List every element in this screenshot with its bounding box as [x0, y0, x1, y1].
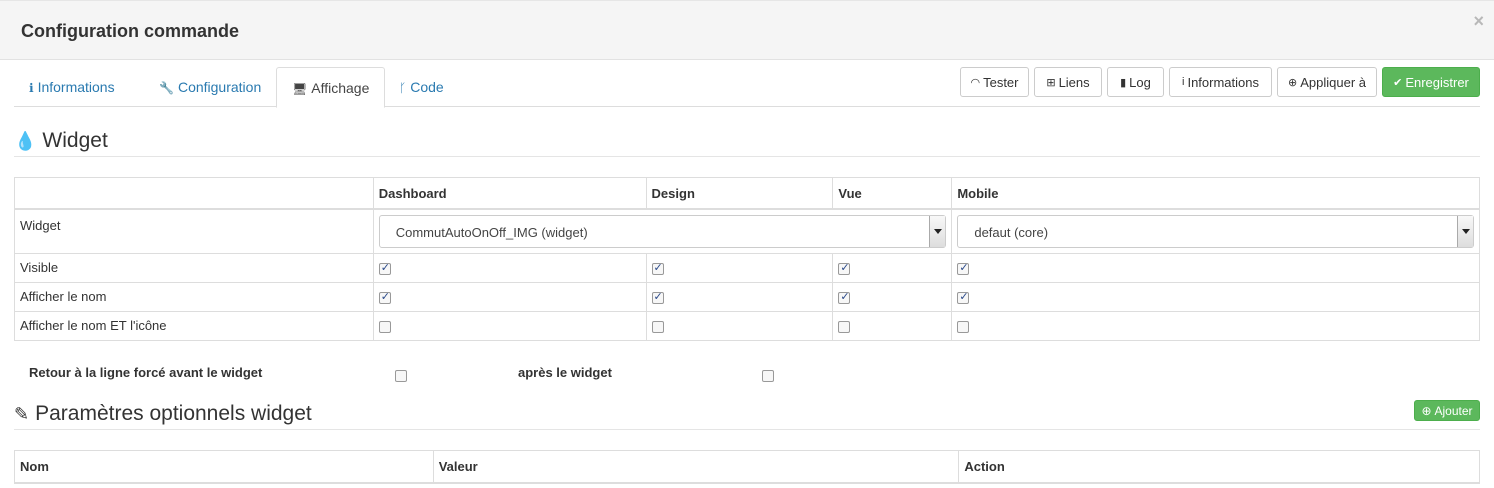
name-vue-checkbox[interactable]	[838, 290, 851, 304]
select-value: defaut (core)	[974, 224, 1049, 240]
visible-mobile-checkbox[interactable]	[957, 261, 970, 275]
info-circle-icon: ℹ	[29, 81, 34, 95]
name-icon-design-checkbox[interactable]	[651, 320, 664, 333]
tab-informations[interactable]: ℹ Informations	[14, 67, 130, 107]
file-icon: ▮	[1120, 76, 1127, 89]
table-row: Widget CommutAutoOnOff_IMG (widget) defa…	[14, 208, 1480, 254]
divider	[14, 429, 1480, 430]
tab-label: Informations	[37, 79, 115, 95]
close-icon[interactable]: ×	[1473, 11, 1484, 32]
column-header: Vue	[832, 177, 953, 210]
info-icon: i	[1182, 76, 1185, 88]
desktop-icon: 🖥	[292, 82, 308, 96]
params-section-title: ✎ Paramètres optionnels widget	[14, 402, 312, 426]
visible-dashboard-checkbox[interactable]	[378, 261, 391, 275]
appliquer-button[interactable]: ⊕ Appliquer à	[1277, 67, 1377, 97]
column-header: Dashboard	[372, 177, 647, 210]
name-icon-vue-checkbox[interactable]	[838, 320, 851, 333]
line-break-after-label: après le widget	[518, 365, 612, 380]
line-break-before-label: Retour à la ligne forcé avant le widget	[29, 365, 263, 380]
liens-button[interactable]: ⊞ Liens	[1034, 67, 1102, 97]
row-label: Widget	[14, 208, 374, 254]
tester-label: Tester	[983, 74, 1019, 90]
visible-design-checkbox[interactable]	[651, 261, 664, 275]
row-label: Afficher le nom	[14, 282, 374, 312]
chevron-down-icon	[929, 215, 946, 247]
enregistrer-label: Enregistrer	[1405, 74, 1469, 90]
tab-label: Configuration	[177, 79, 262, 95]
tab-code[interactable]: ᚴ Code	[384, 67, 459, 107]
widget-section-title: 💧 Widget	[14, 129, 108, 153]
column-header: Action	[958, 450, 1480, 484]
widget-table: Dashboard Design Vue Mobile Widget Commu…	[14, 177, 1480, 341]
row-label: Afficher le nom ET l'icône	[14, 311, 374, 341]
appliquer-label: Appliquer à	[1300, 74, 1366, 90]
name-icon-dashboard-checkbox[interactable]	[378, 320, 391, 333]
column-header: Design	[645, 177, 834, 210]
line-break-after-checkbox[interactable]	[762, 370, 774, 382]
tab-configuration[interactable]: 🔧 Configuration	[144, 67, 276, 107]
table-row: Visible	[14, 253, 1480, 283]
table-header-row: Nom Valeur Action	[14, 450, 1480, 484]
column-header	[14, 177, 374, 210]
tab-affichage[interactable]: 🖥 Affichage	[276, 67, 386, 108]
name-mobile-checkbox[interactable]	[957, 290, 970, 304]
tab-label: Affichage	[311, 80, 370, 96]
enregistrer-button[interactable]: ✔ Enregistrer	[1382, 67, 1480, 97]
modal-header: Configuration commande ×	[0, 0, 1494, 60]
code-branch-icon: ᚴ	[399, 81, 407, 95]
column-header: Mobile	[951, 177, 1480, 210]
plus-circle-icon: ⊕	[1288, 76, 1298, 89]
select-value: CommutAutoOnOff_IMG (widget)	[395, 224, 588, 240]
plus-circle-icon: ⊕	[1421, 403, 1432, 418]
divider	[14, 156, 1480, 157]
log-button[interactable]: ▮ Log	[1107, 67, 1164, 97]
add-label: Ajouter	[1434, 403, 1473, 418]
visible-vue-checkbox[interactable]	[838, 261, 851, 275]
log-label: Log	[1129, 74, 1151, 90]
sitemap-icon: ⊞	[1046, 76, 1056, 89]
tab-label: Code	[410, 79, 444, 95]
section-title-text: Paramètres optionnels widget	[35, 402, 312, 425]
modal-title: Configuration commande	[21, 21, 240, 41]
dashboard-widget-select[interactable]: CommutAutoOnOff_IMG (widget)	[378, 214, 947, 248]
edit-icon: ✎	[14, 403, 30, 424]
check-circle-icon: ✔	[1393, 76, 1403, 89]
mobile-widget-select[interactable]: defaut (core)	[957, 214, 1474, 248]
table-row: Afficher le nom	[14, 282, 1480, 312]
name-design-checkbox[interactable]	[651, 290, 664, 304]
column-header: Nom	[14, 450, 434, 484]
row-label: Visible	[14, 253, 374, 283]
rss-icon: ◠	[970, 76, 981, 89]
liens-label: Liens	[1058, 74, 1090, 90]
params-table: Nom Valeur Action	[14, 450, 1480, 484]
table-header-row: Dashboard Design Vue Mobile	[14, 177, 1480, 210]
informations-label: Informations	[1187, 74, 1259, 90]
line-break-before-checkbox[interactable]	[395, 370, 407, 382]
column-header: Valeur	[432, 450, 960, 484]
name-dashboard-checkbox[interactable]	[378, 290, 391, 304]
tint-icon: 💧	[14, 130, 37, 151]
wrench-icon: 🔧	[159, 81, 174, 95]
name-icon-mobile-checkbox[interactable]	[957, 320, 970, 333]
chevron-down-icon	[1457, 215, 1473, 247]
table-row: Afficher le nom ET l'icône	[14, 311, 1480, 341]
informations-button[interactable]: i Informations	[1169, 67, 1272, 97]
tester-button[interactable]: ◠ Tester	[960, 67, 1029, 97]
add-param-button[interactable]: ⊕ Ajouter	[1414, 400, 1480, 421]
section-title-text: Widget	[42, 129, 108, 152]
